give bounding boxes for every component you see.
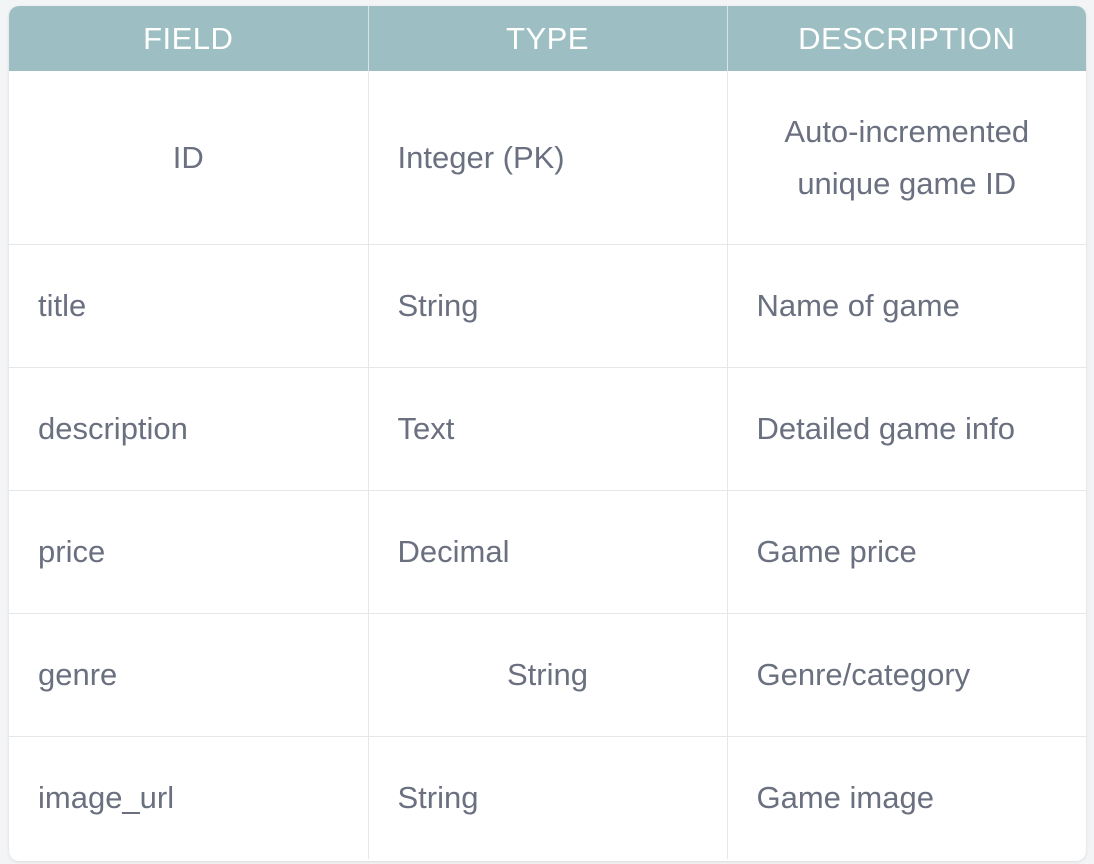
cell-field: ID <box>9 71 369 245</box>
header-type: TYPE <box>368 6 728 71</box>
header-description: DESCRIPTION <box>727 6 1086 71</box>
table-row: description Text Detailed game info <box>9 367 1086 491</box>
cell-description: Genre/category <box>727 613 1086 737</box>
cell-field: description <box>9 367 369 491</box>
table-row: ID Integer (PK) Auto-incremented unique … <box>9 71 1086 245</box>
table-row: genre String Genre/category <box>9 613 1086 737</box>
table-row: image_url String Game image <box>9 736 1086 859</box>
cell-description: Game image <box>756 780 934 815</box>
cell-type: String <box>368 613 728 737</box>
table-row: title String Name of game <box>9 244 1086 368</box>
cell-field: title <box>9 244 369 368</box>
cell-type: String <box>368 736 728 859</box>
cell-description: Name of game <box>727 244 1086 368</box>
header-row: FIELD TYPE DESCRIPTION <box>9 6 1086 71</box>
cell-description: Detailed game info <box>727 367 1086 491</box>
cell-type: String <box>368 244 728 368</box>
cell-field: genre <box>9 613 369 737</box>
header-field: FIELD <box>9 6 369 71</box>
table-body: ID Integer (PK) Auto-incremented unique … <box>9 71 1086 859</box>
table-row: price Decimal Game price <box>9 490 1086 614</box>
schema-table: FIELD TYPE DESCRIPTION ID Integer (PK) A… <box>9 6 1086 859</box>
cell-field: price <box>9 490 369 614</box>
table-header: FIELD TYPE DESCRIPTION <box>9 6 1086 71</box>
schema-table-card: FIELD TYPE DESCRIPTION ID Integer (PK) A… <box>9 6 1086 861</box>
cell-field: image_url <box>9 736 369 859</box>
cell-description: Auto-incremented unique game ID <box>727 71 1086 245</box>
cell-type: Integer (PK) <box>368 71 728 245</box>
cell-description: Game price <box>727 490 1086 614</box>
cell-type: Decimal <box>368 490 728 614</box>
cell-type: Text <box>368 367 728 491</box>
